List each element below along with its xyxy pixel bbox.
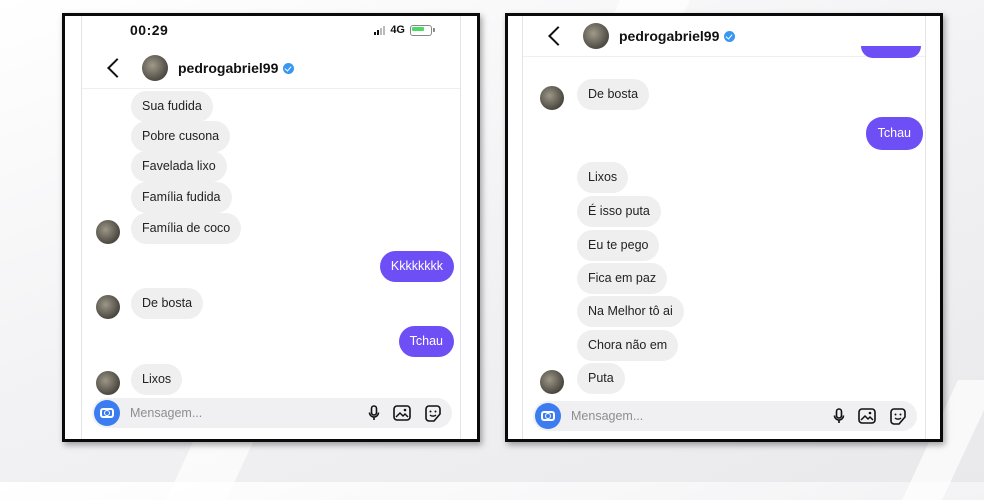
outgoing-message[interactable]: Tchau	[398, 326, 454, 357]
verified-icon	[283, 62, 295, 74]
network-label: 4G	[390, 24, 405, 36]
incoming-message[interactable]: Chora não em	[577, 330, 679, 361]
battery-icon	[410, 24, 435, 36]
image-icon[interactable]	[858, 408, 876, 424]
incoming-message[interactable]: Eu te pego	[577, 230, 660, 261]
message-composer	[92, 398, 452, 428]
incoming-message[interactable]: Sua fudida	[131, 91, 213, 122]
camera-icon[interactable]	[535, 403, 561, 429]
outgoing-message[interactable]: Kkkkkkkk	[379, 251, 454, 282]
incoming-message[interactable]: Família fudida	[131, 182, 232, 213]
background-streak	[166, 440, 254, 500]
sender-avatar	[540, 370, 564, 394]
chat-screen-right: pedrogabriel99 De bosta Tchau Lixos É is…	[522, 16, 926, 439]
screenshot-left: 00:29 4G pedrogabriel99 Sua fudida Pobre…	[62, 13, 480, 442]
incoming-message[interactable]: De bosta	[131, 288, 204, 319]
status-indicators: 4G	[374, 24, 435, 36]
incoming-message[interactable]: Na Melhor tô ai	[577, 296, 684, 327]
sender-avatar	[540, 86, 564, 110]
message-composer	[533, 401, 917, 431]
sender-avatar	[96, 371, 120, 395]
microphone-icon[interactable]	[833, 408, 845, 424]
message-input[interactable]	[128, 405, 282, 421]
contact-username[interactable]: pedrogabriel99	[178, 60, 278, 76]
composer-actions	[368, 404, 442, 422]
verified-icon	[724, 30, 736, 42]
incoming-message[interactable]: Lixos	[577, 162, 629, 193]
incoming-message[interactable]: Lixos	[131, 364, 183, 395]
image-icon[interactable]	[393, 405, 411, 421]
incoming-message[interactable]: Puta	[577, 363, 625, 394]
sticker-icon[interactable]	[424, 404, 442, 422]
contact-avatar[interactable]	[142, 55, 168, 81]
chat-header: pedrogabriel99	[82, 48, 460, 89]
incoming-message[interactable]: Fica em paz	[577, 263, 668, 294]
back-icon[interactable]	[548, 26, 568, 46]
sticker-icon[interactable]	[889, 407, 907, 425]
incoming-message[interactable]: Pobre cusona	[131, 121, 231, 152]
camera-icon[interactable]	[94, 400, 120, 426]
signal-icon	[374, 25, 386, 35]
chat-screen-left: 00:29 4G pedrogabriel99 Sua fudida Pobre…	[81, 16, 461, 439]
back-icon[interactable]	[107, 58, 127, 78]
status-time: 00:29	[130, 22, 169, 38]
contact-avatar[interactable]	[583, 23, 609, 49]
message-input[interactable]	[569, 408, 723, 424]
microphone-icon[interactable]	[368, 405, 380, 421]
status-bar: 00:29 4G	[82, 16, 460, 46]
sender-avatar	[96, 295, 120, 319]
screenshot-right: pedrogabriel99 De bosta Tchau Lixos É is…	[505, 13, 943, 442]
sender-avatar	[96, 220, 120, 244]
incoming-message[interactable]: Família de coco	[131, 213, 242, 244]
composer-actions	[833, 407, 907, 425]
outgoing-message-partial	[861, 46, 921, 58]
incoming-message[interactable]: Favelada lixo	[131, 151, 227, 182]
contact-username[interactable]: pedrogabriel99	[619, 28, 719, 44]
outgoing-message[interactable]: Tchau	[865, 117, 923, 150]
incoming-message[interactable]: É isso puta	[577, 196, 661, 227]
incoming-message[interactable]: De bosta	[577, 79, 650, 110]
